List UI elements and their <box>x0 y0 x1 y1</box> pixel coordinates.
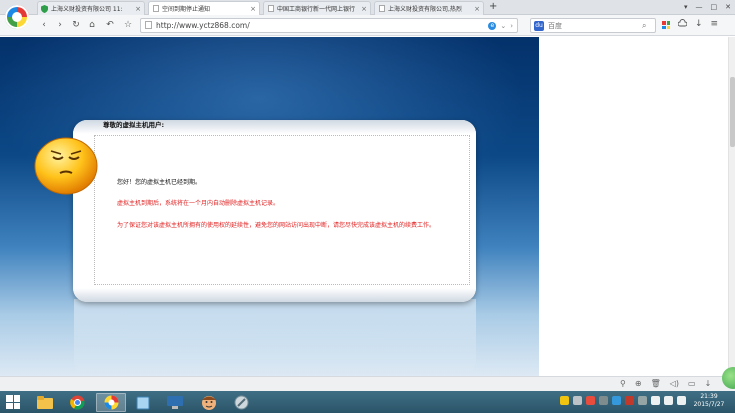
taskbar-clock[interactable]: 21:39 2015/7/27 <box>689 393 729 409</box>
tray-app-icon[interactable] <box>625 396 634 405</box>
shield-icon <box>41 4 48 13</box>
download-icon[interactable]: ↓ <box>705 379 712 388</box>
tray-app-icon[interactable] <box>560 396 569 405</box>
chevron-right-icon[interactable]: › <box>510 22 513 30</box>
tray-shield-icon[interactable] <box>586 396 595 405</box>
tab-title: 上海义财投资有限公司,热烈 <box>388 6 462 13</box>
navigation-bar: ‹ › ↻ ⌂ ↶ ☆ http://www.yctz868.com/ e ⌄ … <box>0 15 735 36</box>
page-icon <box>152 5 159 12</box>
home-button[interactable]: ⌂ <box>86 18 98 32</box>
status-bar: ⚲ ⊕ 🗑 ◁) ▭ ↓ <box>0 376 735 391</box>
forward-button[interactable]: › <box>54 18 66 32</box>
tab-expiry-notice[interactable]: 空间到期停止通知 × <box>148 1 260 15</box>
page-viewport <box>0 37 728 376</box>
tab-title: 上海义财投资有限公司 11: <box>51 6 123 13</box>
close-icon[interactable]: × <box>135 5 141 13</box>
notice-card <box>73 120 476 302</box>
url-text[interactable]: http://www.yctz868.com/ <box>156 21 484 30</box>
notice-line-expired: 您好！您的虚拟主机已经到期。 <box>117 179 202 186</box>
notice-line-renew: 为了保证您对该虚拟主机所拥有的使用权的延续性，避免您的网站访问出现中断，请您尽快… <box>117 222 436 229</box>
close-icon[interactable]: × <box>361 5 367 13</box>
apps-grid-icon[interactable] <box>662 21 670 29</box>
menu-down-icon[interactable]: ▾ <box>684 1 688 13</box>
chrome-icon[interactable] <box>62 393 92 412</box>
windows-start-icon[interactable] <box>6 395 20 409</box>
tab-yicai-1[interactable]: 上海义财投资有限公司 11: × <box>37 1 145 15</box>
browser-360-icon[interactable] <box>96 393 126 412</box>
tab-strip: 上海义财投资有限公司 11: × 空间到期停止通知 × 中国工商银行新一代网上银… <box>0 0 735 15</box>
address-bar[interactable]: http://www.yctz868.com/ e ⌄ › <box>140 18 518 33</box>
tray-app-icon[interactable] <box>638 396 647 405</box>
window-icon[interactable]: ▭ <box>688 379 696 388</box>
search-icon[interactable]: ⌕ <box>642 21 646 31</box>
sound-icon[interactable]: ◁) <box>670 379 679 388</box>
search-input[interactable] <box>548 21 638 30</box>
card-footer-band <box>73 288 476 302</box>
menu-icon[interactable]: ≡ <box>711 19 719 30</box>
tab-title: 中国工商银行新一代网上银行 <box>277 6 356 13</box>
baidu-icon[interactable]: du <box>534 20 544 31</box>
system-tray <box>560 396 686 405</box>
pin-icon[interactable]: ⚲ <box>620 379 626 388</box>
file-explorer-icon[interactable] <box>30 393 60 412</box>
close-icon[interactable]: × <box>250 5 256 13</box>
scrollbar-thumb[interactable] <box>730 77 735 147</box>
trash-icon[interactable]: 🗑 <box>651 379 661 388</box>
close-window-button[interactable]: ✕ <box>725 1 731 13</box>
clock-time: 21:39 <box>700 393 718 400</box>
reload-button[interactable]: ↻ <box>70 18 82 32</box>
tray-app-icon[interactable] <box>612 396 621 405</box>
notice-border <box>94 135 470 285</box>
download-icon[interactable]: ↓ <box>695 19 703 30</box>
screenshot-icon[interactable]: ⊕ <box>635 379 642 388</box>
tab-yicai-2[interactable]: 上海义财投资有限公司,热烈 × <box>374 1 484 15</box>
tab-icbc[interactable]: 中国工商银行新一代网上银行 × <box>263 1 371 15</box>
card-reflection <box>74 299 476 376</box>
tools-app-icon[interactable] <box>226 393 256 412</box>
notice-greeting: 尊敬的虚拟主机用户: <box>103 121 165 129</box>
page-icon <box>267 5 274 12</box>
search-box[interactable]: du ⌕ <box>530 18 656 33</box>
maximize-button[interactable]: □ <box>711 1 718 13</box>
windows-taskbar: 21:39 2015/7/27 <box>0 391 735 413</box>
flag-icon[interactable] <box>677 396 686 405</box>
page-info-icon[interactable] <box>145 20 152 31</box>
sad-face-icon <box>34 137 98 195</box>
cloud-icon[interactable] <box>677 19 688 30</box>
volume-icon[interactable] <box>664 396 673 405</box>
bookmark-star-button[interactable]: ☆ <box>122 18 134 32</box>
remote-desktop-icon[interactable] <box>160 393 190 412</box>
close-icon[interactable]: × <box>474 5 480 13</box>
tray-app-icon[interactable] <box>599 396 608 405</box>
toolbar-right: ↓ ≡ <box>662 19 718 30</box>
extension-icon[interactable]: e <box>488 21 497 30</box>
game-character-icon[interactable] <box>194 393 224 412</box>
page-icon <box>378 5 385 12</box>
notice-line-deletion: 虚拟主机到期后，系统将在一个月内自动删除虚拟主机记录。 <box>117 200 280 207</box>
network-icon[interactable] <box>651 396 660 405</box>
status-icons: ⚲ ⊕ 🗑 ◁) ▭ ↓ <box>620 379 711 388</box>
new-tab-button[interactable]: + <box>489 1 497 13</box>
clock-date: 2015/7/27 <box>693 401 725 408</box>
book-app-icon[interactable] <box>128 393 158 412</box>
undo-close-button[interactable]: ↶ <box>104 18 116 32</box>
vertical-scrollbar[interactable] <box>728 37 735 376</box>
browser-logo-icon[interactable] <box>5 5 29 29</box>
tab-title: 空间到期停止通知 <box>162 6 211 13</box>
tray-app-icon[interactable] <box>573 396 582 405</box>
minimize-button[interactable]: — <box>696 1 703 13</box>
blank-area <box>539 37 728 376</box>
window-controls: ▾ — □ ✕ <box>684 1 731 13</box>
back-button[interactable]: ‹ <box>38 18 50 32</box>
chevron-down-icon[interactable]: ⌄ <box>500 22 506 30</box>
